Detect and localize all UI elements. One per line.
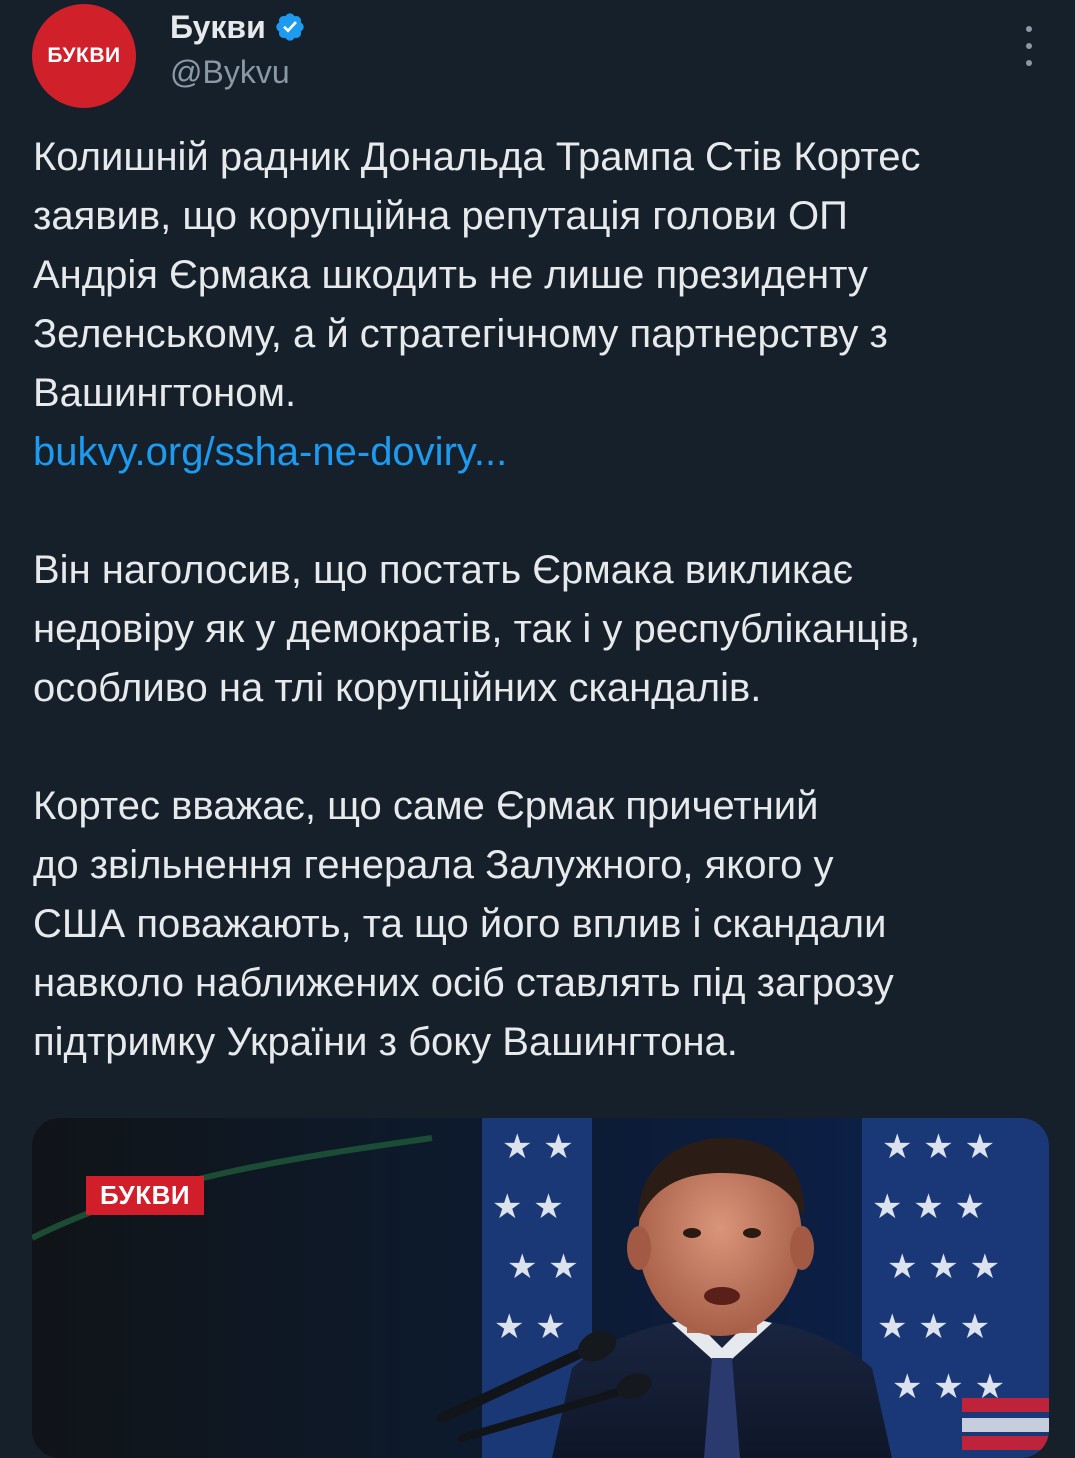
text-line: підтримку України з боку Вашингтона. <box>33 1020 738 1064</box>
tweet-text: Колишній радник Дональда Трампа Стів Кор… <box>33 128 1053 1072</box>
article-link[interactable]: bukvy.org/ssha-ne-doviry... <box>33 430 507 474</box>
author-handle[interactable]: @Bykvu <box>170 54 306 91</box>
more-dot <box>1026 26 1032 32</box>
text-line: Він наголосив, що постать Єрмака виклика… <box>33 548 854 592</box>
more-options-icon[interactable] <box>1019 26 1039 66</box>
text-line: до звільнення генерала Залужного, якого … <box>33 843 834 887</box>
svg-text:★ ★ ★: ★ ★ ★ <box>887 1247 1000 1287</box>
svg-text:★ ★: ★ ★ <box>494 1307 566 1347</box>
author-name-row: Букви <box>170 6 306 48</box>
author-info: Букви @Bykvu <box>170 6 306 91</box>
tweet[interactable]: БУКВИ Букви @Bykvu Колишній радник Донал… <box>0 0 1075 1458</box>
avatar-logo-text: БУКВИ <box>47 44 121 67</box>
text-line: Зеленському, а й стратегічному партнерст… <box>33 312 888 356</box>
svg-text:★ ★ ★: ★ ★ ★ <box>877 1307 990 1347</box>
more-dot <box>1026 60 1032 66</box>
text-line: Вашингтоном. <box>33 371 297 415</box>
text-line: Колишній радник Дональда Трампа Стів Кор… <box>33 135 921 179</box>
text-line: навколо наближених осіб ставлять під заг… <box>33 961 894 1005</box>
svg-text:★ ★: ★ ★ <box>507 1247 579 1287</box>
media-photo: ★ ★ ★ ★ ★ ★ ★ ★ ★ ★ ★ ★ ★ ★ ★ ★ ★ ★ ★ ★ … <box>32 1118 1049 1458</box>
text-line: США поважають, та що його вплив і сканда… <box>33 902 887 946</box>
author-avatar[interactable]: БУКВИ <box>32 4 136 108</box>
svg-text:★ ★: ★ ★ <box>502 1127 574 1167</box>
text-line: особливо на тлі корупційних скандалів. <box>33 666 762 710</box>
tweet-media-image[interactable]: ★ ★ ★ ★ ★ ★ ★ ★ ★ ★ ★ ★ ★ ★ ★ ★ ★ ★ ★ ★ … <box>32 1118 1049 1458</box>
media-logo-badge: БУКВИ <box>86 1176 205 1215</box>
text-line: Андрія Єрмака шкодить не лише президенту <box>33 253 868 297</box>
verified-badge-icon <box>276 13 304 41</box>
text-line: недовіру як у демократів, так і у респуб… <box>33 607 921 651</box>
text-line: заявив, що корупційна репутація голови О… <box>33 194 848 238</box>
more-dot <box>1026 43 1032 49</box>
svg-text:★ ★: ★ ★ <box>492 1187 564 1227</box>
svg-text:★ ★ ★: ★ ★ ★ <box>872 1187 985 1227</box>
author-display-name[interactable]: Букви <box>170 9 266 46</box>
text-line: Кортес вважає, що саме Єрмак причетний <box>33 784 819 828</box>
svg-text:★ ★ ★: ★ ★ ★ <box>882 1127 995 1167</box>
